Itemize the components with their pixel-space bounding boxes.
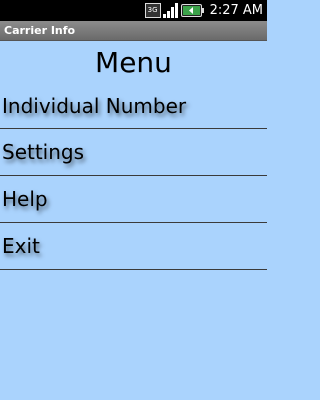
menu-item-exit[interactable]: Exit xyxy=(0,223,267,270)
app-title: Carrier Info xyxy=(4,24,76,37)
menu-list: Individual Number Settings Help Exit xyxy=(0,83,267,270)
clock: 2:27 AM xyxy=(209,3,263,18)
menu-heading: Menu xyxy=(95,46,172,79)
menu-item-settings[interactable]: Settings xyxy=(0,129,267,176)
signal-icon xyxy=(162,3,178,18)
3g-icon: 3G xyxy=(144,3,161,18)
battery-icon xyxy=(180,4,204,17)
status-bar: 3G 2:27 AM xyxy=(0,0,267,21)
status-icons: 3G xyxy=(144,3,204,18)
menu-item-individual-number[interactable]: Individual Number xyxy=(0,83,267,129)
menu-item-help[interactable]: Help xyxy=(0,176,267,223)
app-title-bar: Carrier Info xyxy=(0,21,267,41)
